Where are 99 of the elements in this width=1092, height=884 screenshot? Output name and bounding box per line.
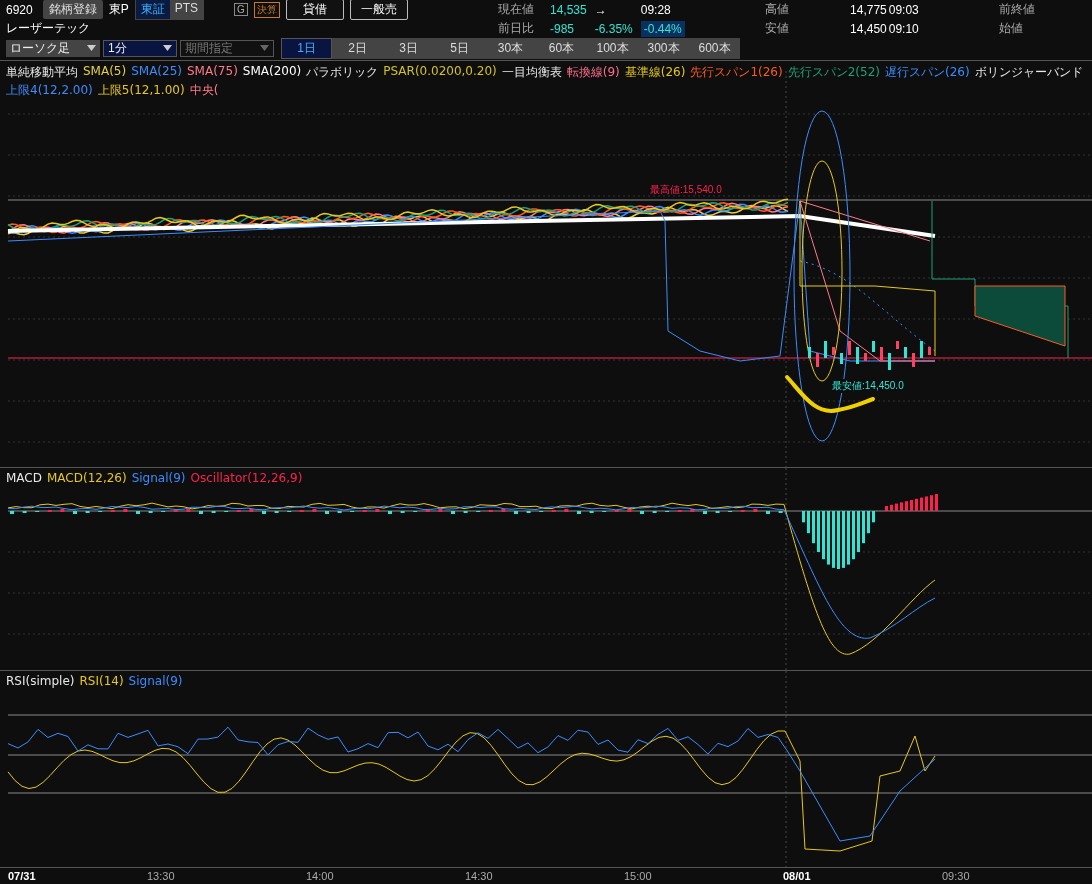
axis-label: 14:30: [465, 870, 493, 882]
legend-label: RSI(14): [79, 674, 124, 688]
legend-label: Signal(9): [128, 674, 183, 688]
quote-label: 前終値: [998, 1, 1036, 18]
histogram-bar: [905, 501, 908, 511]
legend-label: MACD(12,26): [47, 471, 127, 485]
histogram-bar: [885, 506, 888, 511]
interval-dropdown[interactable]: 1分: [103, 39, 177, 57]
legend-label: Signal(9): [131, 471, 186, 485]
trade-button[interactable]: 貸借: [285, 0, 344, 20]
price-change: -985: [550, 21, 576, 36]
caret-icon: [163, 45, 172, 51]
register-button[interactable]: 銘柄登録: [42, 0, 103, 19]
range-tab[interactable]: 1日: [281, 37, 332, 59]
high-price: 14,775: [849, 2, 888, 17]
histogram-bar: [817, 511, 820, 552]
quote-label: 高値: [764, 1, 790, 18]
histogram-bar: [872, 511, 875, 523]
range-tab[interactable]: 5日: [434, 37, 485, 59]
legend-label: 先行スパン2(52): [787, 64, 880, 81]
axis-label: 14:00: [306, 870, 334, 882]
low-annotation: 最安値:14,450.0: [832, 379, 904, 393]
histogram-bar: [890, 504, 893, 511]
market-tab[interactable]: PTS: [169, 0, 204, 19]
histogram-bar: [935, 494, 938, 511]
market-label: 東P: [108, 1, 129, 18]
legend-label: SMA(5): [83, 64, 127, 80]
legend-label: パラボリック: [306, 64, 379, 81]
axis-label: 07/31: [8, 870, 36, 882]
legend-label: 一目均衡表: [501, 64, 562, 81]
high-annotation: 最高値:15,540.0: [650, 183, 722, 197]
histogram-bar: [895, 503, 898, 511]
histogram-bar: [867, 511, 870, 534]
legend-label: 基準線(26): [624, 64, 686, 81]
legend-label: RSI(simple): [6, 674, 75, 688]
range-tab[interactable]: 300本: [638, 37, 689, 59]
axis-label: 13:30: [147, 870, 175, 882]
histogram-bar: [812, 511, 815, 544]
histogram-bar: [915, 498, 918, 511]
legend-label: 単純移動平均: [6, 64, 78, 81]
caret-icon: [87, 45, 96, 51]
range-tab[interactable]: 2日: [332, 37, 383, 59]
high-time: 09:03: [888, 2, 920, 17]
quote-label: 始値: [998, 20, 1024, 37]
histogram-bar: [842, 511, 845, 568]
legend-label: ボリンジャーバンド: [974, 64, 1083, 81]
legend-label: SMA(75): [187, 64, 238, 80]
range-tab[interactable]: 600本: [689, 37, 740, 59]
histogram-bar: [862, 511, 865, 544]
histogram-bar: [857, 511, 860, 552]
legend-label: 遅行スパン(26): [885, 64, 970, 81]
histogram-bar: [900, 502, 903, 511]
caret-icon: [260, 45, 269, 51]
quote-label: 現在値: [498, 1, 535, 18]
badge: 決算: [253, 1, 280, 18]
histogram-bar: [832, 511, 835, 568]
axis-label: 09:30: [942, 870, 970, 882]
range-tab[interactable]: 3日: [383, 37, 434, 59]
histogram-bar: [925, 496, 928, 511]
legend-label: 先行スパン1(26): [690, 64, 783, 81]
change-percent: -6.35%: [594, 21, 633, 36]
histogram-bar: [910, 500, 913, 511]
histogram-bar: [807, 511, 810, 534]
chart-type-dropdown[interactable]: ローソク足: [6, 39, 100, 57]
axis-label: 15:00: [624, 870, 652, 882]
stock-name: レーザーテック: [6, 20, 90, 37]
low-price: 14,450: [849, 21, 888, 36]
quote-time: 09:28: [640, 2, 672, 17]
legend-label: Oscillator(12,26,9): [190, 471, 303, 485]
legend-label: 中央(: [189, 82, 219, 99]
histogram-bar: [852, 511, 855, 560]
histogram-bar: [847, 511, 850, 565]
trend-arrow: →: [594, 2, 608, 17]
quote-label: 安値: [764, 20, 790, 37]
range-tab[interactable]: 100本: [587, 37, 638, 59]
market-tab[interactable]: 東証: [135, 0, 170, 19]
highlight-percent: -0.44%: [640, 20, 685, 37]
histogram-bar: [930, 495, 933, 511]
histogram-bar: [920, 497, 923, 511]
trade-button[interactable]: 一般売: [349, 0, 408, 20]
badge: G: [234, 3, 248, 16]
low-time: 09:10: [888, 21, 920, 36]
legend-label: 上限5(12,1.00): [97, 82, 185, 99]
legend-label: MACD: [6, 471, 42, 485]
legend-label: SMA(25): [131, 64, 182, 80]
legend-label: PSAR(0.0200,0.20): [383, 64, 497, 80]
legend-label: 転換線(9): [566, 64, 620, 81]
range-tab[interactable]: 60本: [536, 37, 587, 59]
legend-label: 上限4(12,2.00): [6, 82, 93, 99]
stock-code: 6920: [6, 2, 33, 17]
histogram-bar: [822, 511, 825, 560]
quote-label: 前日比: [498, 20, 535, 37]
legend-label: SMA(200): [242, 64, 302, 80]
range-tab[interactable]: 30本: [485, 37, 536, 59]
histogram-bar: [827, 511, 830, 565]
histogram-bar: [802, 511, 805, 523]
histogram-bar: [837, 511, 840, 569]
axis-label: 08/01: [783, 870, 811, 882]
current-price: 14,535: [550, 2, 587, 17]
